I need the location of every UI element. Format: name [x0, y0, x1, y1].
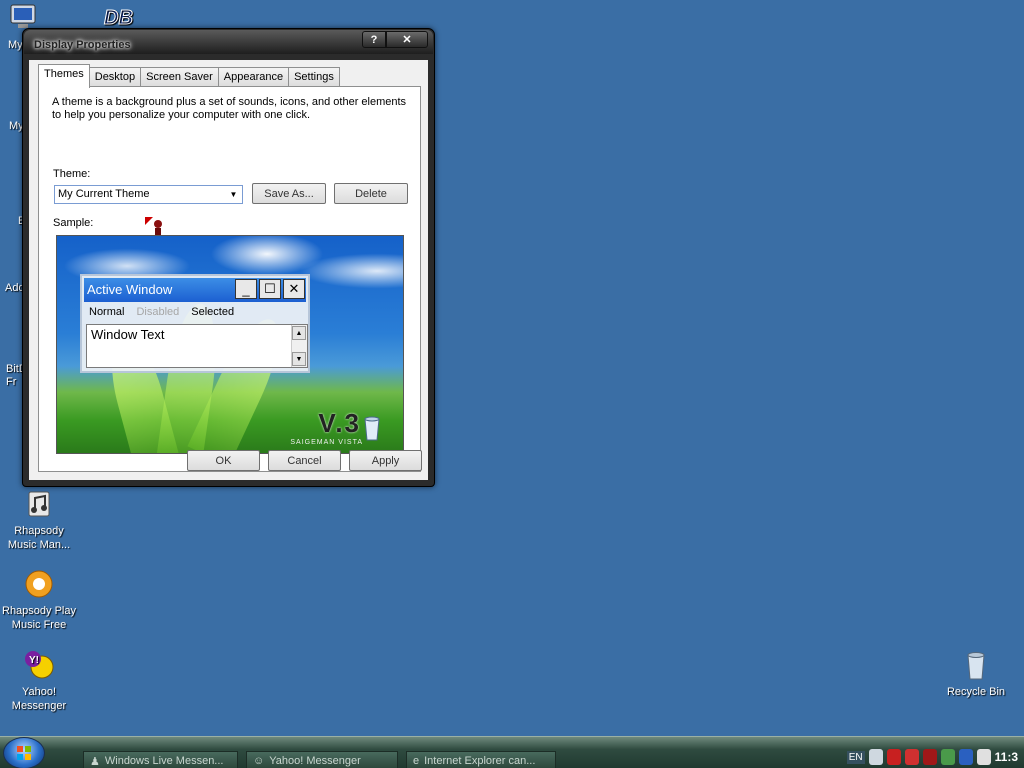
- yahoo-messenger-icon: Y!: [25, 651, 54, 679]
- desktop-icon-label: Recycle Bin: [946, 686, 1006, 698]
- ok-button[interactable]: OK: [187, 450, 260, 471]
- rhapsody-icon: [25, 570, 53, 598]
- desktop-icon-yahoo-messenger[interactable]: Y! Yahoo! Messenger: [1, 649, 77, 713]
- theme-description: A theme is a background plus a set of so…: [52, 96, 407, 121]
- svg-text:Y!: Y!: [29, 655, 39, 666]
- system-tray: EN 11:3: [846, 745, 1024, 768]
- chevron-down-icon[interactable]: ▼: [227, 188, 240, 201]
- sample-scrollbar: ▲ ▼: [291, 325, 307, 367]
- theme-sample-preview: Active Window _ ☐ ✕ Normal Disabled Sele…: [56, 235, 404, 454]
- tab-desktop[interactable]: Desktop: [88, 67, 142, 87]
- scroll-down-icon: ▼: [292, 352, 306, 366]
- taskbar-button-internet-explorer[interactable]: e Internet Explorer can...: [406, 751, 556, 768]
- tray-messenger-icon[interactable]: [940, 749, 955, 765]
- tab-appearance[interactable]: Appearance: [217, 67, 290, 87]
- tray-antivirus-icon[interactable]: [904, 749, 919, 765]
- tab-themes[interactable]: Themes: [38, 64, 90, 88]
- save-as-button[interactable]: Save As...: [252, 183, 326, 204]
- dialog-title: Display Properties: [34, 39, 131, 51]
- sample-window-text-label: Window Text: [91, 327, 165, 342]
- taskbar-button-messenger[interactable]: ♟ Windows Live Messen...: [83, 751, 238, 768]
- recycle-bin-icon: [364, 416, 380, 441]
- apply-button[interactable]: Apply: [349, 450, 422, 471]
- recycle-bin-icon: [967, 652, 985, 680]
- menu-disabled: Disabled: [136, 306, 180, 318]
- desktop-icon-rhapsody[interactable]: Rhapsody Play Music Free: [1, 568, 77, 632]
- ie-icon: e: [413, 755, 420, 767]
- sample-window-title: Active Window _ ☐ ✕: [84, 278, 306, 302]
- clock[interactable]: 11:3: [995, 750, 1018, 764]
- theme-select-value: My Current Theme: [58, 188, 150, 200]
- windows-logo-icon: [17, 746, 31, 760]
- desktop-icon-label: Rhapsody Music Man...: [7, 525, 71, 551]
- svg-text:DB: DB: [104, 7, 133, 29]
- desktop-icon-rhapsody-music-manager[interactable]: Rhapsody Music Man...: [1, 488, 77, 552]
- title-buttons: ? ✕: [362, 31, 428, 48]
- desktop-icon-label: My: [8, 39, 23, 51]
- close-button[interactable]: ✕: [386, 31, 428, 48]
- tray-network-icon[interactable]: [868, 749, 883, 765]
- tray-app-icon[interactable]: [922, 749, 937, 765]
- sample-window-buttons: _ ☐ ✕: [233, 279, 305, 299]
- theme-select[interactable]: My Current Theme ▼: [54, 185, 243, 204]
- tray-shield-icon[interactable]: [886, 749, 901, 765]
- theme-logo: V.3: [318, 408, 361, 438]
- taskbar-button-yahoo[interactable]: ☺ Yahoo! Messenger: [246, 751, 398, 768]
- task-label: Yahoo! Messenger: [269, 755, 361, 767]
- display-properties-dialog: Display Properties ? ✕ Themes Desktop Sc…: [22, 28, 435, 487]
- task-label: Windows Live Messen...: [104, 755, 224, 767]
- cancel-button[interactable]: Cancel: [268, 450, 341, 471]
- tab-screen-saver[interactable]: Screen Saver: [140, 67, 219, 87]
- task-label: Internet Explorer can...: [424, 755, 536, 767]
- db-logo-icon: DB: [104, 7, 134, 30]
- close-icon: ✕: [283, 279, 305, 299]
- delete-button[interactable]: Delete: [334, 183, 408, 204]
- menu-selected: Selected: [191, 306, 235, 318]
- desktop-icon-label: Yahoo! Messenger: [11, 686, 67, 712]
- taskbar: ♟ Windows Live Messen... ☺ Yahoo! Messen…: [0, 736, 1024, 768]
- tab-strip: Themes Desktop Screen Saver Appearance S…: [38, 64, 340, 88]
- sample-window-title-text: Active Window: [87, 282, 173, 297]
- tray-download-icon[interactable]: [958, 749, 973, 765]
- rhapsody-music-manager-icon: [28, 491, 50, 517]
- theme-logo-subtext: SAIGEMAN VISTA: [290, 439, 363, 446]
- sample-active-window: Active Window _ ☐ ✕ Normal Disabled Sele…: [80, 274, 310, 373]
- messenger-icon: ♟: [90, 756, 100, 768]
- menu-normal: Normal: [89, 306, 125, 318]
- desktop-icon-label: Rhapsody Play Music Free: [2, 605, 76, 631]
- desktop-icon-recycle-bin[interactable]: Recycle Bin: [938, 649, 1014, 699]
- sample-label: Sample:: [53, 217, 94, 229]
- sample-menu: Normal Disabled Selected: [89, 306, 234, 318]
- start-button[interactable]: [3, 737, 45, 768]
- sample-window-text: Window Text ▲ ▼: [86, 324, 308, 368]
- minimize-icon: _: [235, 279, 257, 299]
- themes-panel: A theme is a background plus a set of so…: [38, 86, 421, 472]
- maximize-icon: ☐: [259, 279, 281, 299]
- tab-settings[interactable]: Settings: [288, 67, 340, 87]
- yahoo-icon: ☺: [253, 755, 265, 767]
- tray-volume-icon[interactable]: [976, 749, 991, 765]
- help-button[interactable]: ?: [362, 31, 386, 48]
- language-indicator[interactable]: EN: [846, 750, 865, 764]
- scroll-up-icon: ▲: [292, 326, 306, 340]
- theme-label: Theme:: [53, 168, 91, 180]
- dialog-body: Themes Desktop Screen Saver Appearance S…: [29, 60, 428, 480]
